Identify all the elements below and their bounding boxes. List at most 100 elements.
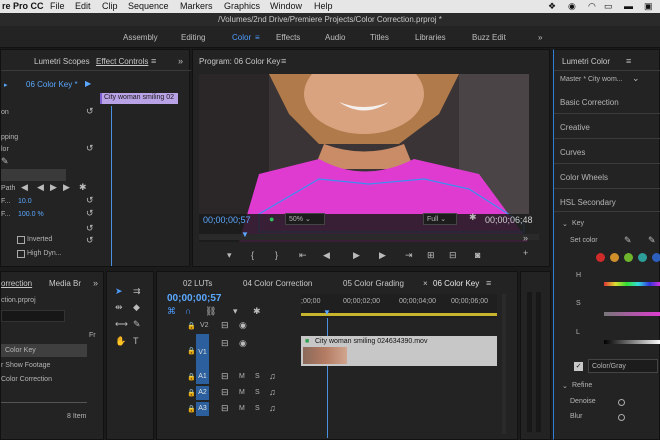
reset-icon[interactable]: ↺ <box>86 208 94 219</box>
scrub-bar[interactable] <box>199 234 539 240</box>
timeline-timecode[interactable]: 00;00;00;57 <box>167 293 221 304</box>
menu-window[interactable]: Window <box>270 1 302 11</box>
swatch-teal[interactable] <box>638 253 647 262</box>
menu-clip[interactable]: Clip <box>102 1 118 11</box>
menu-help[interactable]: Help <box>314 1 333 11</box>
wrench-icon[interactable]: ✱ <box>79 182 87 193</box>
tab-lumetri-scopes[interactable]: Lumetri Scopes <box>34 57 90 66</box>
mic-icon[interactable]: ♫ <box>269 371 276 381</box>
lock-icon[interactable]: 🔒 <box>187 373 196 381</box>
app-name[interactable]: re Pro CC <box>2 1 44 11</box>
sync-icon[interactable]: ⊟ <box>221 387 229 398</box>
menu-graphics[interactable]: Graphics <box>224 1 260 11</box>
master-label[interactable]: Master * City wom... <box>560 76 623 83</box>
go-in-icon[interactable]: } <box>275 250 278 260</box>
chevron-right-icon[interactable]: » <box>178 56 183 66</box>
chevron-right-icon[interactable]: » <box>538 33 542 42</box>
dropbox-icon[interactable]: ❖ <box>548 1 556 12</box>
eyedropper-plus-icon[interactable]: ✎ <box>648 235 656 246</box>
playhead[interactable] <box>111 106 112 266</box>
swatch-red[interactable] <box>596 253 605 262</box>
wrench-icon[interactable]: ✱ <box>469 212 477 223</box>
lightness-slider[interactable] <box>604 340 660 344</box>
workspace-assembly[interactable]: Assembly <box>123 33 158 42</box>
mini-clip[interactable]: City woman smiling 02 <box>100 93 178 104</box>
extract-icon[interactable]: ⊟ <box>449 250 457 261</box>
lumetri-title[interactable]: Lumetri Color <box>562 57 610 66</box>
menu-icon[interactable]: ≡ <box>255 33 260 42</box>
snap-icon[interactable]: ⌘ <box>167 306 176 317</box>
step-forward-icon[interactable]: ▶ <box>379 250 386 261</box>
battery-icon[interactable]: ▭ <box>604 1 613 12</box>
track-target-v1[interactable]: V1 <box>196 334 209 372</box>
mic-icon[interactable]: ♫ <box>269 403 276 413</box>
color-gray-checkbox[interactable]: ✓ <box>574 362 583 371</box>
saturation-slider[interactable] <box>604 312 660 316</box>
workspace-libraries[interactable]: Libraries <box>415 33 446 42</box>
camera-icon[interactable]: ◙ <box>475 250 480 260</box>
reset-icon[interactable]: ↺ <box>86 195 94 206</box>
project-item[interactable]: Color Correction <box>1 376 52 383</box>
tab-timeline[interactable]: 05 Color Grading <box>343 279 404 288</box>
zoom-slider[interactable] <box>1 402 87 403</box>
list-item-selected[interactable]: Color Key <box>1 344 87 357</box>
mute-button[interactable]: M <box>239 373 245 380</box>
panel-menu-icon[interactable]: ≡ <box>281 56 286 66</box>
section-hsl-secondary[interactable]: HSL Secondary <box>560 198 616 207</box>
play-icon[interactable]: ▶ <box>50 182 57 193</box>
mic-icon[interactable]: ♫ <box>269 387 276 397</box>
go-out-icon[interactable]: ⇥ <box>405 250 413 261</box>
selection-tool-icon[interactable]: ➤ <box>115 286 123 297</box>
hand-icon[interactable]: ✋ <box>115 336 126 347</box>
lock-icon[interactable]: 🔒 <box>187 405 196 413</box>
lock-icon[interactable]: 🔒 <box>187 389 196 397</box>
swatch-green[interactable] <box>624 253 633 262</box>
panel-menu-icon[interactable]: ≡ <box>486 278 491 288</box>
sync-icon[interactable]: ⊟ <box>221 371 229 382</box>
panel-menu-icon[interactable]: ≡ <box>151 56 156 66</box>
inverted-checkbox[interactable] <box>17 236 25 244</box>
swatch-orange[interactable] <box>610 253 619 262</box>
menu-file[interactable]: File <box>50 1 65 11</box>
timeline-clip[interactable]: ■ City woman smiling 024634390.mov <box>301 336 497 366</box>
mute-button[interactable]: M <box>239 389 245 396</box>
tab-project[interactable]: orrection <box>1 279 32 288</box>
step-forward-icon[interactable]: ▶ <box>63 182 70 193</box>
sync-icon[interactable]: ⊟ <box>221 320 229 331</box>
section-basic-correction[interactable]: Basic Correction <box>560 98 619 107</box>
section-curves[interactable]: Curves <box>560 148 585 157</box>
track-target-a1[interactable]: A1 <box>196 370 209 384</box>
lift-icon[interactable]: ⊞ <box>427 250 435 261</box>
sync-icon[interactable]: ⊟ <box>221 338 229 349</box>
mute-button[interactable]: M <box>239 405 245 412</box>
hdr-checkbox[interactable] <box>17 250 25 258</box>
track-target-a2[interactable]: A2 <box>196 386 209 400</box>
section-color-wheels[interactable]: Color Wheels <box>560 173 608 182</box>
workspace-titles[interactable]: Titles <box>370 33 389 42</box>
panel-menu-icon[interactable]: ≡ <box>626 56 631 66</box>
solo-button[interactable]: S <box>255 389 260 396</box>
denoise-slider-handle[interactable] <box>618 399 625 406</box>
timeline-scrollbar[interactable] <box>502 294 506 434</box>
color-gray-select[interactable]: Color/Gray <box>588 359 658 373</box>
step-back-icon[interactable]: ◀ <box>21 182 28 193</box>
tab-media-browser[interactable]: Media Br <box>49 279 81 288</box>
blur-slider-handle[interactable] <box>618 414 625 421</box>
wrench-icon[interactable]: ✱ <box>253 306 261 317</box>
tab-timeline[interactable]: 04 Color Correction <box>243 279 312 288</box>
tab-timeline-active[interactable]: 06 Color Key <box>433 279 479 288</box>
playhead-marker[interactable]: ▼ <box>241 230 249 239</box>
eye-icon[interactable]: ◉ <box>239 338 247 349</box>
workspace-editing[interactable]: Editing <box>181 33 205 42</box>
swatch-blue[interactable] <box>652 253 660 262</box>
value-field[interactable]: 10.0 <box>18 198 32 205</box>
chevron-right-icon[interactable]: » <box>93 278 98 288</box>
record-icon[interactable]: ◉ <box>568 1 576 12</box>
hue-slider[interactable] <box>604 282 660 286</box>
step-back-icon[interactable]: ⇤ <box>299 250 307 261</box>
ripple-icon[interactable]: ⇹ <box>115 302 123 313</box>
play-icon[interactable]: ▶ <box>85 79 91 88</box>
track-target-a3[interactable]: A3 <box>196 402 209 416</box>
track-select-icon[interactable]: ⇉ <box>133 286 141 297</box>
quality-select[interactable]: Full ⌄ <box>423 213 457 225</box>
